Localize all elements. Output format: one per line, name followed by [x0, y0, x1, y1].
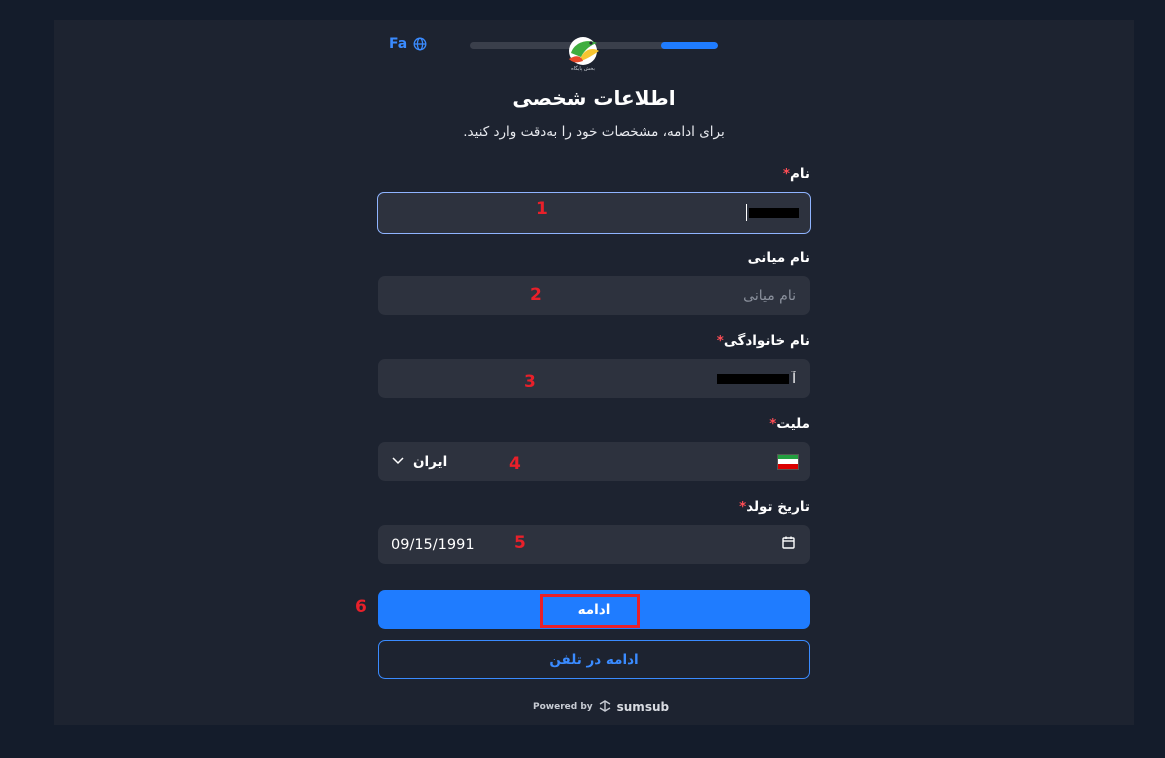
- sumsub-brand: sumsub: [616, 699, 670, 714]
- annotation-5: 5: [514, 533, 526, 553]
- globe-icon: [413, 37, 427, 51]
- birth-date-row[interactable]: 09/15/1991: [379, 526, 809, 563]
- language-switcher[interactable]: Fa: [389, 36, 427, 52]
- continue-on-phone-button[interactable]: ادامه در تلفن: [378, 640, 810, 679]
- middle-name-label: نام میانی: [747, 250, 810, 266]
- nationality-select-row[interactable]: ایران: [379, 443, 809, 480]
- nationality-label: ملیت*: [769, 416, 810, 432]
- powered-by-sumsub[interactable]: Powered by sumsub: [533, 697, 669, 716]
- chevron-down-icon: [391, 454, 405, 470]
- annotation-highlight-box: [540, 594, 640, 628]
- sumsub-logo-icon: [598, 697, 612, 716]
- redacted-value: [749, 208, 799, 218]
- middle-name-field[interactable]: [378, 276, 810, 315]
- annotation-2: 2: [530, 285, 542, 305]
- nationality-selected: ایران: [391, 454, 447, 470]
- first-name-field[interactable]: [377, 192, 811, 234]
- birth-date-value: 09/15/1991: [391, 536, 475, 553]
- annotation-6: 6: [355, 597, 367, 617]
- language-code: Fa: [389, 36, 408, 52]
- logo-caption: بخش پایگاه: [571, 66, 595, 72]
- iran-flag-icon: [777, 453, 799, 470]
- birth-date-label: تاریخ تولد*: [739, 499, 810, 515]
- progress-bar-fill: [660, 42, 718, 49]
- calendar-icon[interactable]: [782, 536, 795, 553]
- redacted-value: [717, 374, 789, 384]
- nationality-value: ایران: [413, 453, 448, 470]
- page-title: اطلاعات شخصی: [512, 86, 676, 110]
- last-name-field[interactable]: [378, 359, 810, 398]
- powered-by-text: Powered by: [533, 701, 593, 712]
- required-mark: *: [716, 333, 724, 349]
- last-name-label: نام خانوادگی*: [716, 333, 810, 349]
- annotation-4: 4: [509, 454, 521, 474]
- text-caret: [746, 204, 747, 221]
- required-mark: *: [782, 166, 790, 182]
- nationality-select[interactable]: ایران: [378, 442, 810, 481]
- annotation-3: 3: [524, 372, 536, 392]
- birth-date-field[interactable]: 09/15/1991: [378, 525, 810, 564]
- page-subtitle: برای ادامه، مشخصات خود را به‌دقت وارد کن…: [463, 124, 725, 140]
- annotation-1: 1: [536, 199, 548, 219]
- first-name-label: نام*: [782, 166, 810, 182]
- middle-name-input[interactable]: [379, 277, 809, 314]
